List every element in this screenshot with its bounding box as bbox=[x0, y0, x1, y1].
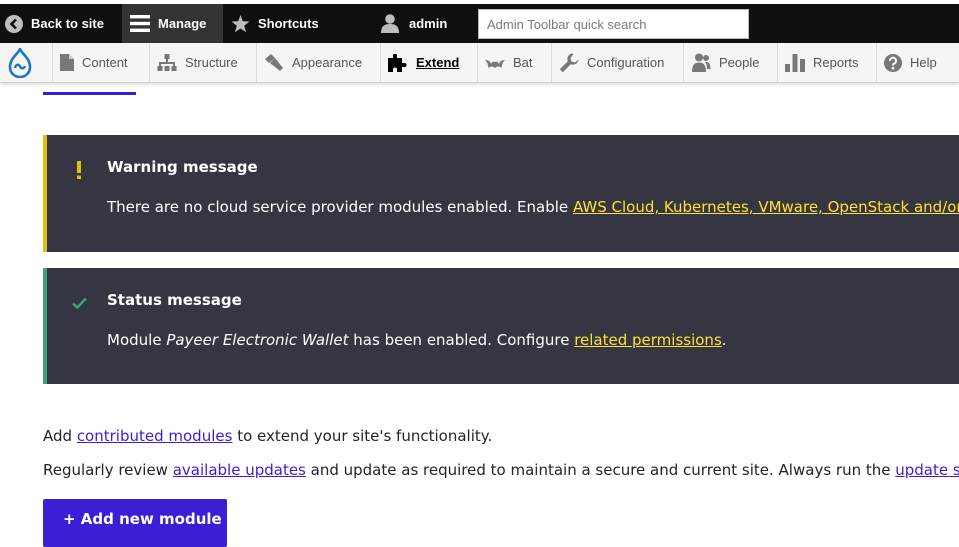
admin-menu-tray: Content Structure Appearance Extend Bat … bbox=[0, 43, 959, 83]
user-account-tab[interactable]: admin bbox=[381, 4, 447, 43]
back-arrow-icon bbox=[5, 14, 23, 33]
warning-icon bbox=[71, 159, 87, 181]
related-permissions-link[interactable]: related permissions bbox=[574, 331, 722, 349]
extend-icon bbox=[388, 53, 407, 72]
bat-icon bbox=[485, 59, 505, 68]
status-text: Module Payeer Electronic Wallet has been… bbox=[107, 331, 959, 349]
shortcuts-label: Shortcuts bbox=[258, 16, 319, 31]
update-script-link[interactable]: update script bbox=[895, 461, 959, 479]
reports-icon bbox=[785, 53, 805, 72]
status-suffix: . bbox=[721, 331, 727, 349]
para1-prefix: Add bbox=[43, 427, 77, 445]
active-tab-indicator bbox=[43, 92, 136, 95]
tray-item-label: Help bbox=[910, 55, 937, 70]
wrench-icon bbox=[559, 53, 579, 72]
tray-item-content[interactable]: Content bbox=[52, 43, 149, 82]
warning-text: There are no cloud service provider modu… bbox=[107, 198, 959, 216]
people-icon bbox=[692, 53, 711, 72]
status-middle: has been enabled. Configure bbox=[348, 331, 575, 349]
para1-suffix: to extend your site's functionality. bbox=[232, 427, 493, 445]
star-icon bbox=[231, 14, 250, 32]
manage-label: Manage bbox=[158, 16, 207, 31]
module-name: Payeer Electronic Wallet bbox=[166, 331, 349, 349]
tray-item-extend[interactable]: Extend bbox=[380, 43, 477, 82]
hamburger-menu-icon bbox=[130, 15, 150, 32]
status-message: Status message Module Payeer Electronic … bbox=[43, 268, 959, 384]
updates-paragraph: Regularly review available updates and u… bbox=[43, 461, 959, 479]
contributed-modules-link[interactable]: contributed modules bbox=[77, 427, 233, 445]
checkmark-icon bbox=[71, 292, 87, 314]
contributed-modules-paragraph: Add contributed modules to extend your s… bbox=[43, 427, 959, 445]
tray-item-label: People bbox=[719, 55, 760, 70]
user-icon bbox=[381, 14, 399, 33]
structure-icon bbox=[157, 54, 177, 71]
back-to-site-label: Back to site bbox=[31, 16, 104, 31]
status-title: Status message bbox=[107, 291, 242, 309]
warning-title: Warning message bbox=[107, 158, 258, 176]
tray-item-label: Structure bbox=[185, 55, 238, 70]
content-icon bbox=[60, 54, 74, 71]
tray-item-label: Content bbox=[82, 55, 128, 70]
tray-item-bat[interactable]: Bat bbox=[477, 43, 551, 82]
tray-item-label: Appearance bbox=[292, 55, 363, 70]
para2-prefix: Regularly review bbox=[43, 461, 173, 479]
drupal-logo[interactable] bbox=[0, 43, 40, 82]
tray-item-label: Reports bbox=[813, 55, 859, 70]
enable-providers-link[interactable]: AWS Cloud, Kubernetes, VMware, OpenStack… bbox=[573, 198, 959, 216]
manage-tab[interactable]: Manage bbox=[122, 4, 223, 43]
status-prefix: Module bbox=[107, 331, 167, 349]
tray-item-appearance[interactable]: Appearance bbox=[256, 43, 380, 82]
admin-toolbar: Back to site Manage Shortcuts admin bbox=[0, 4, 959, 43]
tray-item-people[interactable]: People bbox=[683, 43, 777, 82]
available-updates-link[interactable]: available updates bbox=[173, 461, 306, 479]
admin-quick-search-input[interactable] bbox=[478, 9, 749, 39]
drupal-drop-icon bbox=[8, 47, 32, 78]
tray-item-help[interactable]: Help bbox=[876, 43, 959, 82]
tray-item-configuration[interactable]: Configuration bbox=[551, 43, 683, 82]
tray-item-reports[interactable]: Reports bbox=[777, 43, 876, 82]
para2-middle: and update as required to maintain a sec… bbox=[305, 461, 896, 479]
user-name-label: admin bbox=[409, 16, 448, 31]
warning-body-text: There are no cloud service provider modu… bbox=[107, 198, 573, 216]
tray-item-label: Configuration bbox=[587, 55, 665, 70]
warning-message: Warning message There are no cloud servi… bbox=[43, 135, 959, 252]
appearance-icon bbox=[265, 53, 283, 71]
tray-item-label: Extend bbox=[416, 55, 460, 70]
help-icon bbox=[884, 53, 902, 72]
tray-item-structure[interactable]: Structure bbox=[149, 43, 256, 82]
tray-item-label: Bat bbox=[513, 55, 533, 70]
back-to-site-link[interactable]: Back to site bbox=[5, 4, 104, 43]
shortcuts-tab[interactable]: Shortcuts bbox=[231, 4, 319, 43]
